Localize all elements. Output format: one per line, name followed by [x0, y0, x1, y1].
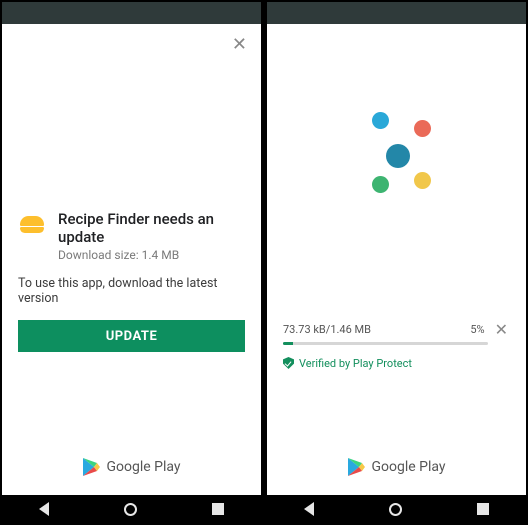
burger-icon	[20, 216, 44, 233]
download-size: Download size: 1.4 MB	[58, 248, 245, 262]
download-progress-block: 73.73 kB/1.46 MB 5% ✕ Verified by Play P…	[283, 320, 510, 370]
progress-row: 73.73 kB/1.46 MB 5% ✕	[283, 320, 510, 339]
cancel-download-icon[interactable]: ✕	[493, 320, 510, 339]
screen-content: ✕ Recipe Finder needs an update Download…	[2, 24, 261, 495]
google-play-icon	[347, 457, 365, 477]
update-prompt-block: Recipe Finder needs an update Download s…	[18, 210, 245, 352]
update-description: To use this app, download the latest ver…	[18, 276, 245, 306]
nav-back-icon[interactable]	[39, 502, 49, 516]
brand-footer: Google Play	[18, 457, 245, 477]
device-left-update-prompt: ✕ Recipe Finder needs an update Download…	[0, 0, 263, 525]
progress-bar-fill	[283, 342, 293, 345]
app-icon-recipe-finder	[18, 210, 46, 238]
device-right-download-progress: 73.73 kB/1.46 MB 5% ✕ Verified by Play P…	[265, 0, 528, 525]
brand-label: Google Play	[371, 459, 445, 475]
screen-content: 73.73 kB/1.46 MB 5% ✕ Verified by Play P…	[267, 24, 526, 495]
title-group: Recipe Finder needs an update Download s…	[58, 210, 245, 262]
nav-home-icon[interactable]	[389, 503, 402, 516]
loading-spinner-icon	[342, 100, 452, 210]
header-row: Recipe Finder needs an update Download s…	[18, 210, 245, 262]
android-nav-bar	[267, 495, 526, 523]
progress-percent-label: 5%	[470, 323, 484, 336]
progress-bytes-label: 73.73 kB/1.46 MB	[283, 323, 462, 336]
status-bar	[2, 2, 261, 24]
nav-home-icon[interactable]	[124, 503, 137, 516]
nav-recent-icon[interactable]	[477, 503, 489, 515]
brand-footer: Google Play	[283, 457, 510, 477]
close-icon[interactable]: ✕	[232, 34, 247, 55]
android-nav-bar	[2, 495, 261, 523]
verified-row: Verified by Play Protect	[283, 357, 510, 370]
progress-bar-track	[283, 342, 488, 345]
google-play-icon	[82, 457, 100, 477]
update-title: Recipe Finder needs an update	[58, 210, 245, 246]
nav-back-icon[interactable]	[304, 502, 314, 516]
loading-spinner-area	[283, 40, 510, 270]
update-button[interactable]: UPDATE	[18, 320, 245, 352]
nav-recent-icon[interactable]	[212, 503, 224, 515]
brand-label: Google Play	[106, 459, 180, 475]
verified-label: Verified by Play Protect	[299, 357, 412, 370]
status-bar	[267, 2, 526, 24]
shield-check-icon	[283, 357, 294, 369]
